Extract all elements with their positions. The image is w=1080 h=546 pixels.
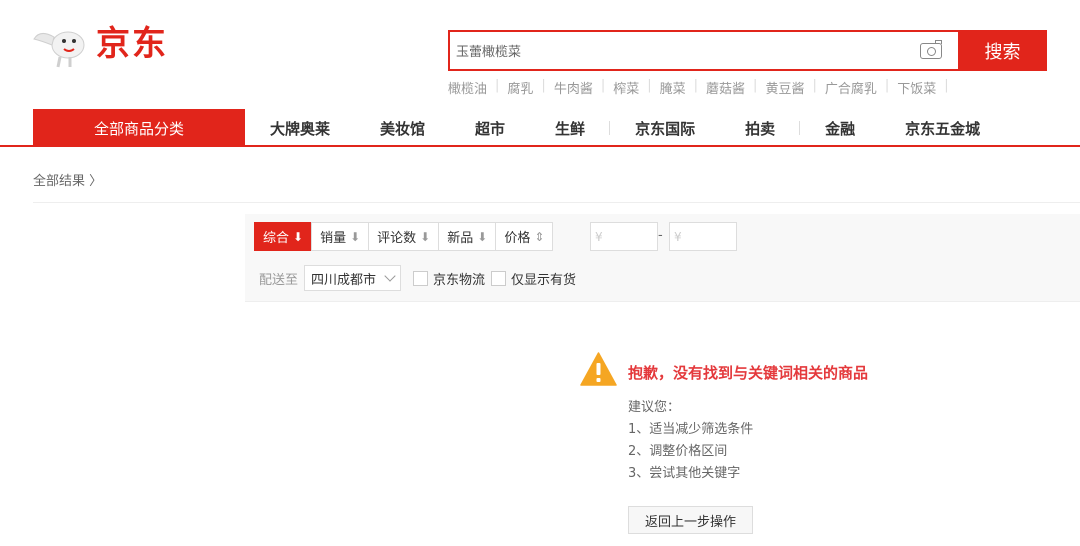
hotword-link[interactable]: 黄豆酱: [757, 78, 812, 97]
hotword-link[interactable]: 下饭菜: [889, 78, 944, 97]
main-nav: 全部商品分类 大牌奥莱 美妆馆 超市 生鲜 京东国际 拍卖 金融 京东五金城: [0, 109, 1080, 147]
camera-icon[interactable]: [920, 39, 942, 59]
search-box: [448, 30, 958, 71]
suggestion-item: 2、调整价格区间: [628, 444, 728, 459]
filter-bar: 综合 ⬇ 销量 ⬇ 评论数 ⬇ 新品 ⬇ 价格 ⇕ ¥ - ¥ 配送至 四川成都市 京东物流 仅显…: [245, 214, 1080, 302]
search-bar: 搜索: [448, 30, 1047, 71]
ship-to-value: 四川成都市: [311, 272, 377, 288]
jd-logo[interactable]: 京东: [30, 16, 190, 72]
hotword-link[interactable]: 广合腐乳: [817, 78, 885, 97]
sort-arrow-icon: ⬇: [350, 229, 361, 244]
sort-button[interactable]: 价格 ⇕: [495, 222, 554, 251]
suggestions: 建议您： 1、适当减少筛选条件 2、调整价格区间 3、尝试其他关键字: [628, 397, 753, 485]
back-button[interactable]: 返回上一步操作: [628, 506, 753, 534]
sort-button[interactable]: 新品 ⬇: [438, 222, 497, 251]
nav-item[interactable]: 京东国际: [610, 118, 720, 139]
sort-button[interactable]: 评论数 ⬇: [368, 222, 440, 251]
sort-arrow-icon: ⬇: [293, 229, 304, 244]
hotword-link[interactable]: 腐乳: [499, 78, 541, 97]
all-categories-button[interactable]: 全部商品分类: [33, 109, 245, 147]
checkbox-box[interactable]: [491, 270, 507, 286]
suggestion-item: 1、适当减少筛选条件: [628, 422, 754, 437]
nav-items: 大牌奥莱 美妆馆 超市 生鲜 京东国际 拍卖 金融 京东五金城: [245, 109, 1005, 147]
divider: [33, 202, 1080, 203]
joy-dog-icon: [33, 31, 85, 68]
checkbox-box[interactable]: [413, 270, 429, 286]
ship-to-select[interactable]: 四川成都市: [304, 265, 402, 291]
hotword-link[interactable]: 腌菜: [652, 78, 694, 97]
sort-arrow-icon: ⬇: [477, 229, 488, 244]
nav-item[interactable]: 大牌奥莱: [245, 118, 355, 139]
suggestion-item: 3、尝试其他关键字: [628, 466, 741, 481]
nav-item[interactable]: 京东五金城: [880, 118, 1005, 139]
chevron-down-icon: [384, 270, 396, 282]
hotword-separator: |: [944, 78, 949, 93]
nav-item[interactable]: 拍卖: [720, 118, 801, 139]
logo-text: 京东: [96, 24, 168, 64]
breadcrumb[interactable]: 全部结果 〉: [33, 170, 102, 189]
hotwords: 橄榄油 | 腐乳 | 牛肉酱 | 榨菜 | 腌菜 | 蘑菇酱 | 黄豆酱 | 广合腐乳 | 下饭菜 |: [448, 78, 949, 97]
nav-item[interactable]: 金融: [800, 118, 880, 139]
checkbox-label: 京东物流: [433, 272, 486, 288]
in-stock-checkbox[interactable]: 仅显示有货: [491, 269, 576, 288]
hotword-link[interactable]: 橄榄油: [448, 78, 495, 97]
price-separator: -: [658, 228, 663, 243]
nav-item[interactable]: 美妆馆: [355, 118, 450, 139]
sort-button[interactable]: 销量 ⬇: [311, 222, 370, 251]
sort-button[interactable]: 综合 ⬇: [254, 222, 313, 251]
price-min-input[interactable]: ¥: [590, 222, 658, 251]
suggest-intro: 建议您：: [628, 400, 681, 415]
nav-item[interactable]: 超市: [450, 118, 530, 139]
hotword-link[interactable]: 榨菜: [605, 78, 647, 97]
sort-label: 价格: [504, 231, 531, 246]
ship-to-label: 配送至: [259, 272, 299, 288]
hotword-link[interactable]: 蘑菇酱: [698, 78, 753, 97]
warning-icon: [580, 352, 617, 386]
sort-label: 评论数: [377, 231, 417, 246]
sort-row: 综合 ⬇ 销量 ⬇ 评论数 ⬇ 新品 ⬇ 价格 ⇕: [254, 222, 554, 251]
sort-arrow-icon: ⇕: [534, 229, 545, 244]
nav-item[interactable]: 生鲜: [530, 118, 611, 139]
sort-label: 新品: [447, 231, 474, 246]
hotword-link[interactable]: 牛肉酱: [546, 78, 601, 97]
sort-label: 销量: [320, 231, 347, 246]
empty-title: 抱歉，没有找到与关键词相关的商品: [628, 364, 869, 382]
sort-arrow-icon: ⬇: [420, 229, 431, 244]
sort-label: 综合: [263, 231, 290, 246]
search-input[interactable]: [450, 32, 920, 69]
ship-row: 配送至 四川成都市 京东物流 仅显示有货: [259, 265, 576, 291]
price-max-input[interactable]: ¥: [669, 222, 737, 251]
checkbox-label: 仅显示有货: [511, 272, 577, 288]
jd-logistics-checkbox[interactable]: 京东物流: [413, 269, 485, 288]
search-button[interactable]: 搜索: [958, 30, 1047, 71]
